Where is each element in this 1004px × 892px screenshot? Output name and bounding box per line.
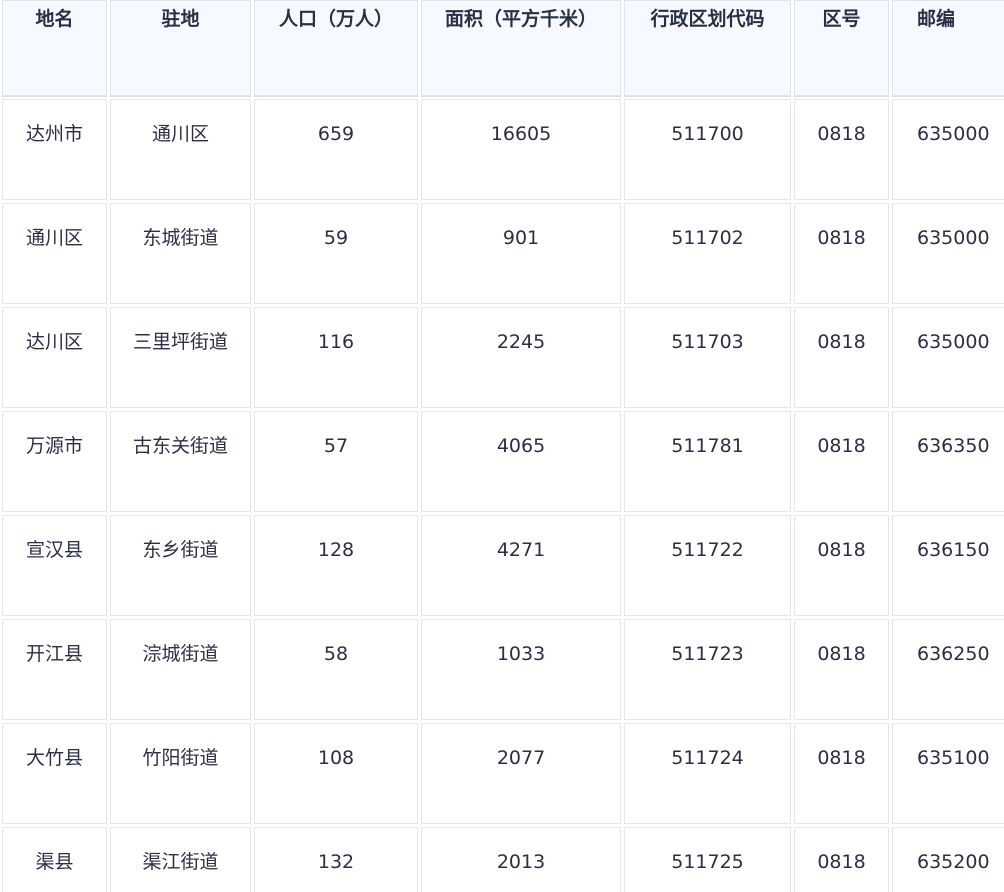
cell-area-code: 0818 <box>794 619 889 720</box>
cell-postcode: 636250 <box>892 619 1004 720</box>
data-table-container: 地名 驻地 人口（万人） 面积（平方千米） 行政区划代码 区号 邮编 达州市 通… <box>0 0 1004 892</box>
header-population: 人口（万人） <box>254 0 418 96</box>
cell-area: 4271 <box>421 515 621 616</box>
cell-seat: 竹阳街道 <box>110 723 251 824</box>
admin-division-table: 地名 驻地 人口（万人） 面积（平方千米） 行政区划代码 区号 邮编 达州市 通… <box>0 0 1004 892</box>
cell-area-code: 0818 <box>794 827 889 892</box>
cell-place-name: 通川区 <box>2 203 107 304</box>
cell-area-code: 0818 <box>794 411 889 512</box>
header-area-code: 区号 <box>794 0 889 96</box>
cell-place-name: 宣汉县 <box>2 515 107 616</box>
table-row: 通川区 东城街道 59 901 511702 0818 635000 <box>2 203 1004 304</box>
cell-population: 58 <box>254 619 418 720</box>
cell-area: 2077 <box>421 723 621 824</box>
cell-division-code: 511722 <box>624 515 791 616</box>
cell-place-name: 渠县 <box>2 827 107 892</box>
table-header-row: 地名 驻地 人口（万人） 面积（平方千米） 行政区划代码 区号 邮编 <box>2 0 1004 96</box>
header-seat: 驻地 <box>110 0 251 96</box>
cell-division-code: 511781 <box>624 411 791 512</box>
cell-place-name: 达州市 <box>2 99 107 200</box>
cell-seat: 淙城街道 <box>110 619 251 720</box>
cell-area-code: 0818 <box>794 307 889 408</box>
cell-area-code: 0818 <box>794 99 889 200</box>
cell-postcode: 636150 <box>892 515 1004 616</box>
cell-seat: 三里坪街道 <box>110 307 251 408</box>
cell-population: 59 <box>254 203 418 304</box>
table-row: 大竹县 竹阳街道 108 2077 511724 0818 635100 <box>2 723 1004 824</box>
table-row: 宣汉县 东乡街道 128 4271 511722 0818 636150 <box>2 515 1004 616</box>
cell-area-code: 0818 <box>794 203 889 304</box>
cell-population: 132 <box>254 827 418 892</box>
cell-population: 116 <box>254 307 418 408</box>
cell-division-code: 511723 <box>624 619 791 720</box>
cell-division-code: 511702 <box>624 203 791 304</box>
cell-population: 57 <box>254 411 418 512</box>
cell-seat: 渠江街道 <box>110 827 251 892</box>
cell-population: 108 <box>254 723 418 824</box>
cell-division-code: 511725 <box>624 827 791 892</box>
cell-division-code: 511700 <box>624 99 791 200</box>
cell-seat: 古东关街道 <box>110 411 251 512</box>
cell-postcode: 635100 <box>892 723 1004 824</box>
cell-seat: 通川区 <box>110 99 251 200</box>
table-row: 渠县 渠江街道 132 2013 511725 0818 635200 <box>2 827 1004 892</box>
table-row: 达川区 三里坪街道 116 2245 511703 0818 635000 <box>2 307 1004 408</box>
cell-division-code: 511703 <box>624 307 791 408</box>
cell-area-code: 0818 <box>794 723 889 824</box>
cell-area: 901 <box>421 203 621 304</box>
cell-seat: 东乡街道 <box>110 515 251 616</box>
cell-population: 659 <box>254 99 418 200</box>
cell-area: 2013 <box>421 827 621 892</box>
cell-place-name: 万源市 <box>2 411 107 512</box>
cell-postcode: 636350 <box>892 411 1004 512</box>
header-division-code: 行政区划代码 <box>624 0 791 96</box>
cell-division-code: 511724 <box>624 723 791 824</box>
cell-area: 2245 <box>421 307 621 408</box>
cell-postcode: 635200 <box>892 827 1004 892</box>
cell-area: 16605 <box>421 99 621 200</box>
table-row: 达州市 通川区 659 16605 511700 0818 635000 <box>2 99 1004 200</box>
table-row: 开江县 淙城街道 58 1033 511723 0818 636250 <box>2 619 1004 720</box>
cell-place-name: 达川区 <box>2 307 107 408</box>
cell-population: 128 <box>254 515 418 616</box>
cell-postcode: 635000 <box>892 307 1004 408</box>
header-postcode: 邮编 <box>892 0 1004 96</box>
header-area: 面积（平方千米） <box>421 0 621 96</box>
cell-area-code: 0818 <box>794 515 889 616</box>
cell-postcode: 635000 <box>892 203 1004 304</box>
cell-postcode: 635000 <box>892 99 1004 200</box>
cell-area: 1033 <box>421 619 621 720</box>
table-row: 万源市 古东关街道 57 4065 511781 0818 636350 <box>2 411 1004 512</box>
cell-area: 4065 <box>421 411 621 512</box>
cell-seat: 东城街道 <box>110 203 251 304</box>
header-place-name: 地名 <box>2 0 107 96</box>
cell-place-name: 开江县 <box>2 619 107 720</box>
cell-place-name: 大竹县 <box>2 723 107 824</box>
